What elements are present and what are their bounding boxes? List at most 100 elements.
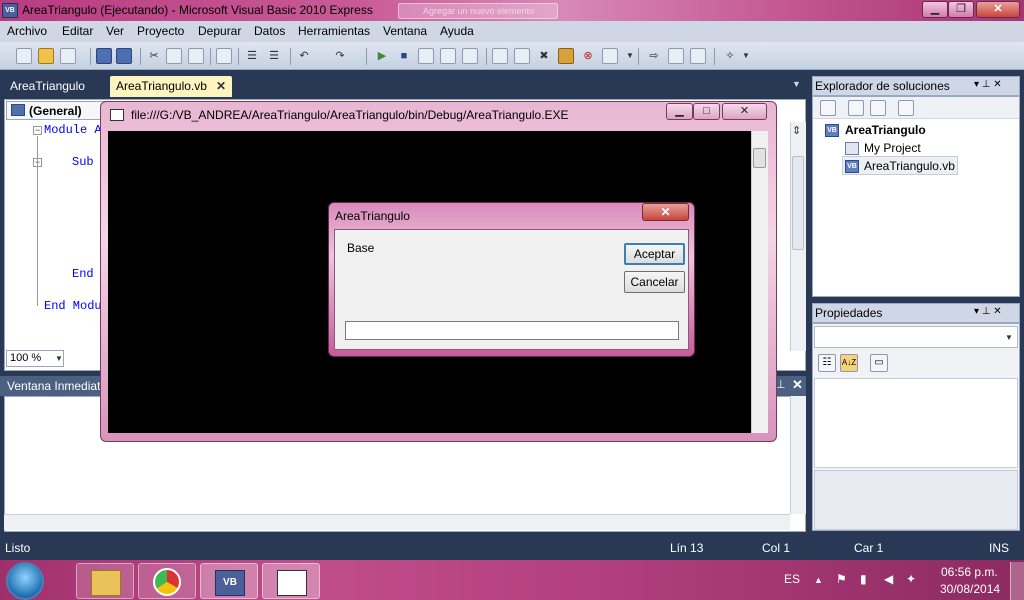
power-icon[interactable]: ▮ — [860, 572, 867, 586]
code-line-end-module[interactable]: End Modu — [44, 299, 102, 313]
toolbox-icon[interactable]: ✖ — [536, 48, 552, 64]
clock-date[interactable]: 30/08/2014 — [940, 582, 1000, 596]
stop-icon[interactable]: ■ — [396, 48, 412, 64]
tab-areatriangulo-vb[interactable]: AreaTriangulo.vb — [110, 76, 232, 97]
redo-icon[interactable]: ↷ — [332, 48, 348, 64]
menu-herramientas[interactable]: Herramientas — [298, 24, 370, 38]
watch-icon[interactable] — [690, 48, 706, 64]
show-desktop-button[interactable] — [1010, 562, 1024, 600]
add-item-icon[interactable] — [60, 48, 76, 64]
zoom-dropdown-icon[interactable]: ▼ — [55, 354, 63, 363]
alphabetical-icon[interactable]: A↓Z — [840, 354, 858, 372]
menu-proyecto[interactable]: Proyecto — [137, 24, 184, 38]
toolbar-options-icon[interactable]: ▼ — [738, 48, 754, 64]
code-line-sub[interactable]: Sub — [72, 155, 94, 169]
menu-ventana[interactable]: Ventana — [383, 24, 427, 38]
action-center-icon[interactable]: ⚑ — [836, 572, 847, 586]
save-all-icon[interactable] — [116, 48, 132, 64]
property-grid[interactable] — [814, 378, 1018, 468]
breakpoints-icon[interactable] — [668, 48, 684, 64]
editor-scroll-thumb[interactable] — [792, 156, 804, 250]
code-line-end-sub[interactable]: End — [72, 267, 94, 281]
open-folder-icon[interactable] — [38, 48, 54, 64]
taskbar-visual-basic[interactable]: VB — [200, 563, 258, 599]
console-window-icon[interactable] — [110, 109, 124, 121]
comment-icon[interactable]: ☰ — [244, 48, 260, 64]
paste-icon[interactable] — [188, 48, 204, 64]
immediate-vertical-scrollbar[interactable] — [790, 396, 806, 514]
maximize-button[interactable]: ❐ — [948, 1, 974, 18]
fold-collapse-icon[interactable]: − — [33, 126, 42, 135]
tab-areatriangulo[interactable]: AreaTriangulo — [4, 76, 91, 97]
find-icon[interactable] — [216, 48, 232, 64]
volume-icon[interactable]: ◀ — [884, 572, 893, 586]
start-button[interactable] — [6, 562, 44, 600]
dropbox-icon[interactable]: ✦ — [906, 572, 916, 586]
property-pages-icon[interactable]: ▭ — [870, 354, 888, 372]
properties-window-icon[interactable] — [514, 48, 530, 64]
error-list-icon[interactable]: ⊗ — [580, 48, 596, 64]
cancel-button[interactable]: Cancelar — [624, 271, 685, 293]
solution-explorer-icon[interactable] — [492, 48, 508, 64]
cut-icon[interactable]: ✂ — [146, 48, 162, 64]
menu-ver[interactable]: Ver — [106, 24, 124, 38]
ok-button[interactable]: Aceptar — [624, 243, 685, 265]
immediate-close-icon[interactable]: ✕ — [792, 377, 803, 393]
tree-node-vb-file[interactable]: AreaTriangulo.vb — [864, 159, 955, 173]
step-into-icon[interactable] — [418, 48, 434, 64]
vb-app-icon[interactable]: VB — [2, 3, 18, 18]
taskbar-console[interactable] — [262, 563, 320, 599]
step-out-icon[interactable] — [462, 48, 478, 64]
menu-archivo[interactable]: Archivo — [7, 24, 47, 38]
save-icon[interactable] — [96, 48, 112, 64]
tree-node-project[interactable]: AreaTriangulo — [845, 123, 926, 137]
menu-ayuda[interactable]: Ayuda — [440, 24, 474, 38]
copy-icon[interactable] — [166, 48, 182, 64]
clock-time[interactable]: 06:56 p.m. — [941, 565, 998, 579]
properties-icon[interactable] — [820, 100, 836, 116]
close-button[interactable]: ✕ — [976, 1, 1020, 18]
solution-explorer-title: Explorador de soluciones — [815, 79, 950, 93]
console-scroll-thumb[interactable] — [753, 148, 766, 168]
pin-icon[interactable]: ⊥ — [776, 378, 786, 391]
split-window-icon[interactable]: ⇕ — [792, 124, 801, 137]
menu-datos[interactable]: Datos — [254, 24, 285, 38]
immediate-horizontal-scrollbar[interactable] — [4, 514, 790, 530]
console-maximize-button[interactable]: □ — [693, 103, 720, 120]
step-over-icon[interactable] — [440, 48, 456, 64]
menu-editar[interactable]: Editar — [62, 24, 93, 38]
taskbar-explorer[interactable] — [76, 563, 134, 599]
immediate-window-icon[interactable] — [602, 48, 618, 64]
value-input[interactable] — [345, 321, 679, 340]
code-line-module[interactable]: Module A — [44, 123, 102, 137]
show-all-files-icon[interactable] — [848, 100, 864, 116]
console-vertical-scrollbar[interactable] — [751, 131, 768, 433]
console-app-icon — [277, 570, 307, 596]
refresh-icon[interactable] — [870, 100, 886, 116]
show-next-statement-icon[interactable]: ⇨ — [646, 48, 662, 64]
object-selector-combo[interactable] — [814, 326, 1018, 348]
show-hidden-icons[interactable]: ▲ — [814, 575, 823, 585]
console-close-button[interactable]: ✕ — [722, 103, 767, 120]
chevron-down-icon[interactable]: ▼ — [1005, 333, 1013, 342]
properties-pane-buttons[interactable]: ▾ ⊥ ✕ — [974, 306, 1002, 317]
toolbar-overflow-icon[interactable]: ▼ — [622, 48, 638, 64]
dialog-close-button[interactable]: ✕ — [642, 203, 689, 221]
undo-icon[interactable]: ↶ — [296, 48, 312, 64]
input-language[interactable]: ES — [784, 572, 800, 586]
console-minimize-button[interactable]: ▁ — [666, 103, 693, 120]
document-list-dropdown-icon[interactable]: ▼ — [792, 79, 801, 89]
new-project-icon[interactable] — [16, 48, 32, 64]
minimize-button[interactable]: ▁ — [922, 1, 948, 18]
categorized-icon[interactable]: ☷ — [818, 354, 836, 372]
continue-icon[interactable]: ▶ — [374, 48, 390, 64]
tree-node-my-project[interactable]: My Project — [864, 141, 921, 155]
solution-explorer-pane-buttons[interactable]: ▾ ⊥ ✕ — [974, 79, 1002, 90]
tab-close-icon[interactable]: ✕ — [216, 79, 226, 93]
menu-depurar[interactable]: Depurar — [198, 24, 241, 38]
object-browser-icon[interactable] — [558, 48, 574, 64]
customize-toolbar-icon[interactable]: ✧ — [722, 48, 738, 64]
taskbar-chrome[interactable] — [138, 563, 196, 599]
view-code-icon[interactable] — [898, 100, 914, 116]
uncomment-icon[interactable]: ☰ — [266, 48, 282, 64]
